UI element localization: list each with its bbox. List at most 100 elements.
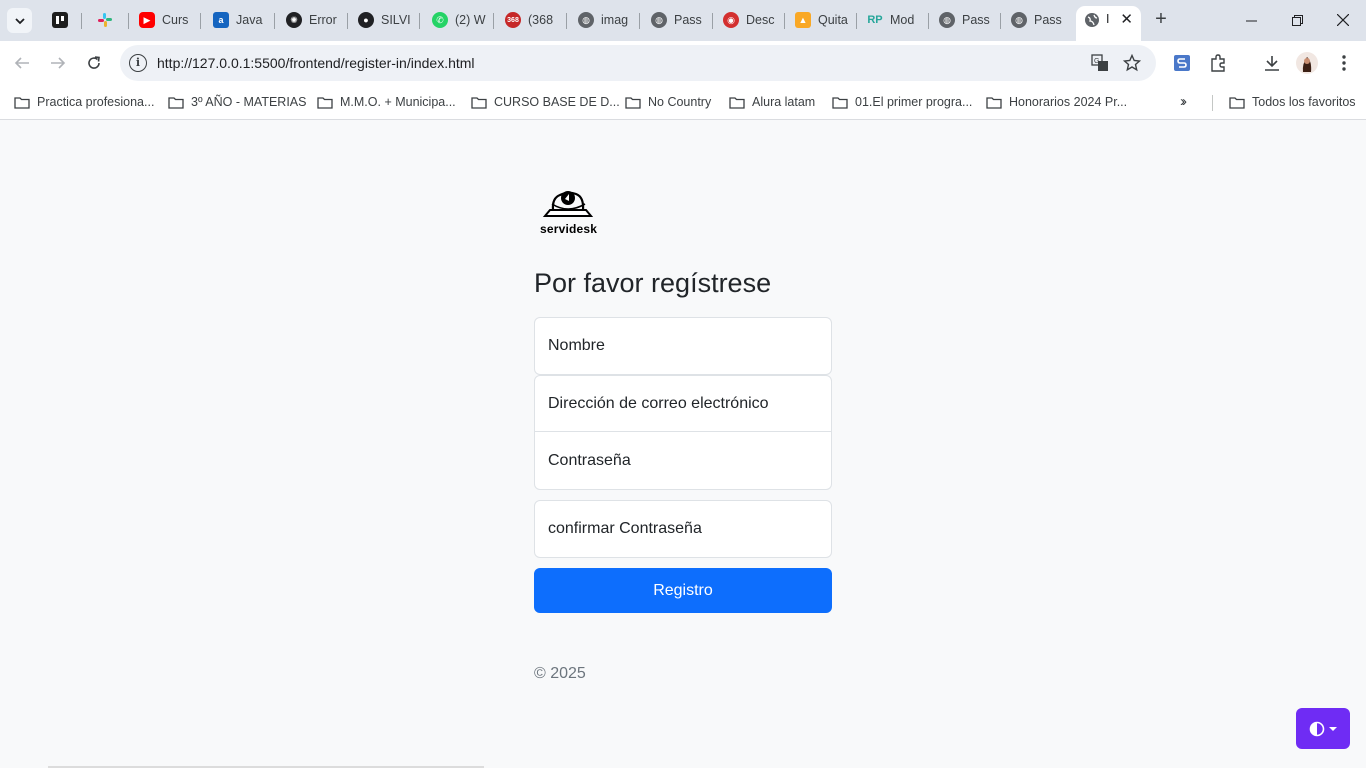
- close-icon: [1337, 14, 1349, 26]
- tab-youtube[interactable]: ▶ Curs: [139, 6, 201, 34]
- bookmark-folder[interactable]: Honorarios 2024 Pr...: [986, 93, 1127, 111]
- tab-label: SILVI: [381, 13, 411, 27]
- close-icon[interactable]: ✕: [1120, 12, 1133, 28]
- hat-icon: ▲: [795, 12, 811, 28]
- svg-text:G: G: [1094, 58, 1099, 65]
- new-tab-button[interactable]: +: [1150, 9, 1172, 31]
- forward-button[interactable]: [46, 51, 70, 75]
- tab-pass-3[interactable]: ◍ Pass: [1011, 6, 1073, 34]
- minimize-icon: [1245, 20, 1257, 21]
- tab-desc[interactable]: ◉ Desc: [723, 6, 785, 34]
- tab-trello[interactable]: [52, 6, 82, 34]
- tab-github[interactable]: ● SILVI: [358, 6, 420, 34]
- tab-slack[interactable]: [97, 6, 129, 34]
- all-bookmarks-folder[interactable]: Todos los favoritos: [1229, 93, 1356, 111]
- bookmark-label: Practica profesiona...: [37, 95, 155, 109]
- bookmarks-bar: Practica profesiona... 3º AÑO - MATERIAS…: [0, 85, 1366, 120]
- star-icon[interactable]: [1122, 53, 1142, 73]
- theme-toggle-button[interactable]: [1296, 708, 1350, 749]
- contrast-icon: [1309, 721, 1324, 736]
- back-button[interactable]: [10, 51, 34, 75]
- email-field[interactable]: Dirección de correo electrónico: [534, 375, 832, 432]
- divider: [1212, 95, 1213, 111]
- slack-icon: [97, 12, 113, 28]
- mail-icon: 368: [505, 12, 521, 28]
- tab-label: imag: [601, 13, 629, 27]
- address-bar[interactable]: i http://127.0.0.1:5500/frontend/registe…: [120, 45, 1156, 81]
- tab-imag[interactable]: ◍ imag: [578, 6, 640, 34]
- tab-alura[interactable]: a Java: [213, 6, 275, 34]
- bookmark-folder[interactable]: M.M.O. + Municipa...: [317, 93, 456, 111]
- globe-icon: ◍: [1011, 12, 1027, 28]
- copyright: © 2025: [534, 665, 586, 682]
- restore-button[interactable]: [1274, 0, 1320, 40]
- logo-text: servidesk: [540, 222, 598, 236]
- name-field[interactable]: Nombre: [534, 317, 832, 375]
- tab-active[interactable]: I ✕: [1076, 6, 1141, 41]
- bookmark-label: M.M.O. + Municipa...: [340, 95, 456, 109]
- password-field[interactable]: Contraseña: [534, 432, 832, 490]
- bookmark-label: 01.El primer progra...: [855, 95, 973, 109]
- tab-label: Pass: [674, 13, 702, 27]
- bookmark-folder[interactable]: 3º AÑO - MATERIAS: [168, 93, 306, 111]
- browser-toolbar: i http://127.0.0.1:5500/frontend/registe…: [0, 41, 1366, 85]
- tab-label: Java: [236, 13, 263, 27]
- extension-s-icon[interactable]: [1171, 52, 1193, 74]
- tab-label: Error: [309, 13, 337, 27]
- folder-icon: [625, 96, 641, 109]
- tab-mail[interactable]: 368 (368: [505, 6, 567, 34]
- confirm-password-field-label: confirmar Contraseña: [548, 520, 702, 537]
- bookmark-folder[interactable]: Practica profesiona...: [14, 93, 154, 111]
- reload-button[interactable]: [82, 51, 106, 75]
- confirm-password-field[interactable]: confirmar Contraseña: [534, 500, 832, 558]
- tab-label: Mod: [890, 13, 915, 27]
- bookmark-label: Alura latam: [752, 95, 816, 109]
- menu-kebab-icon[interactable]: [1333, 52, 1355, 74]
- arrow-right-icon: [51, 57, 66, 69]
- bookmark-label: 3º AÑO - MATERIAS: [191, 95, 307, 109]
- translate-icon[interactable]: G: [1090, 53, 1110, 73]
- bookmark-folder[interactable]: No Country: [625, 93, 711, 111]
- tab-pass-1[interactable]: ◍ Pass: [651, 6, 713, 34]
- folder-icon: [729, 96, 745, 109]
- page-content: servidesk Por favor regístrese Nombre Di…: [0, 121, 1366, 768]
- download-icon[interactable]: [1261, 52, 1283, 74]
- openai-icon: ✺: [286, 12, 302, 28]
- folder-icon: [1229, 96, 1245, 109]
- chevron-double-right-icon[interactable]: ››: [1180, 93, 1187, 110]
- password-field-label: Contraseña: [548, 451, 631, 469]
- tab-label: Desc: [746, 13, 775, 27]
- tab-label: Quita: [818, 13, 848, 27]
- close-window-button[interactable]: [1320, 0, 1366, 40]
- bookmark-folder[interactable]: CURSO BASE DE D...: [471, 93, 620, 111]
- register-button[interactable]: Registro: [534, 568, 832, 613]
- bookmark-label: Honorarios 2024 Pr...: [1009, 95, 1128, 109]
- tab-openai[interactable]: ✺ Error: [286, 6, 348, 34]
- folder-icon: [317, 96, 333, 109]
- url-text[interactable]: http://127.0.0.1:5500/frontend/register-…: [157, 55, 475, 71]
- globe-icon: [1084, 12, 1100, 28]
- tab-search-button[interactable]: [7, 8, 32, 33]
- tab-pass-2[interactable]: ◍ Pass: [939, 6, 1001, 34]
- bookmark-folder[interactable]: 01.El primer progra...: [832, 93, 972, 111]
- info-icon[interactable]: i: [129, 54, 147, 72]
- tab-quita[interactable]: ▲ Quita: [795, 6, 857, 34]
- avatar[interactable]: [1296, 52, 1318, 74]
- alura-icon: a: [213, 12, 229, 28]
- email-field-label: Dirección de correo electrónico: [548, 394, 769, 412]
- tab-mod[interactable]: RP Mod: [867, 6, 929, 34]
- bookmark-folder[interactable]: Alura latam: [729, 93, 815, 111]
- lifebuoy-icon: ◉: [723, 12, 739, 28]
- tab-whatsapp[interactable]: ✆ (2) W: [432, 6, 494, 34]
- extensions-puzzle-icon[interactable]: [1207, 52, 1229, 74]
- reload-icon: [88, 56, 100, 69]
- folder-icon: [168, 96, 184, 109]
- youtube-icon: ▶: [139, 12, 155, 28]
- page-title: Por favor regístrese: [534, 268, 772, 298]
- tab-label: Pass: [962, 13, 990, 27]
- whatsapp-icon: ✆: [432, 12, 448, 28]
- tab-label: I: [1106, 12, 1110, 26]
- minimize-button[interactable]: [1228, 0, 1274, 40]
- folder-icon: [14, 96, 30, 109]
- github-icon: ●: [358, 12, 374, 28]
